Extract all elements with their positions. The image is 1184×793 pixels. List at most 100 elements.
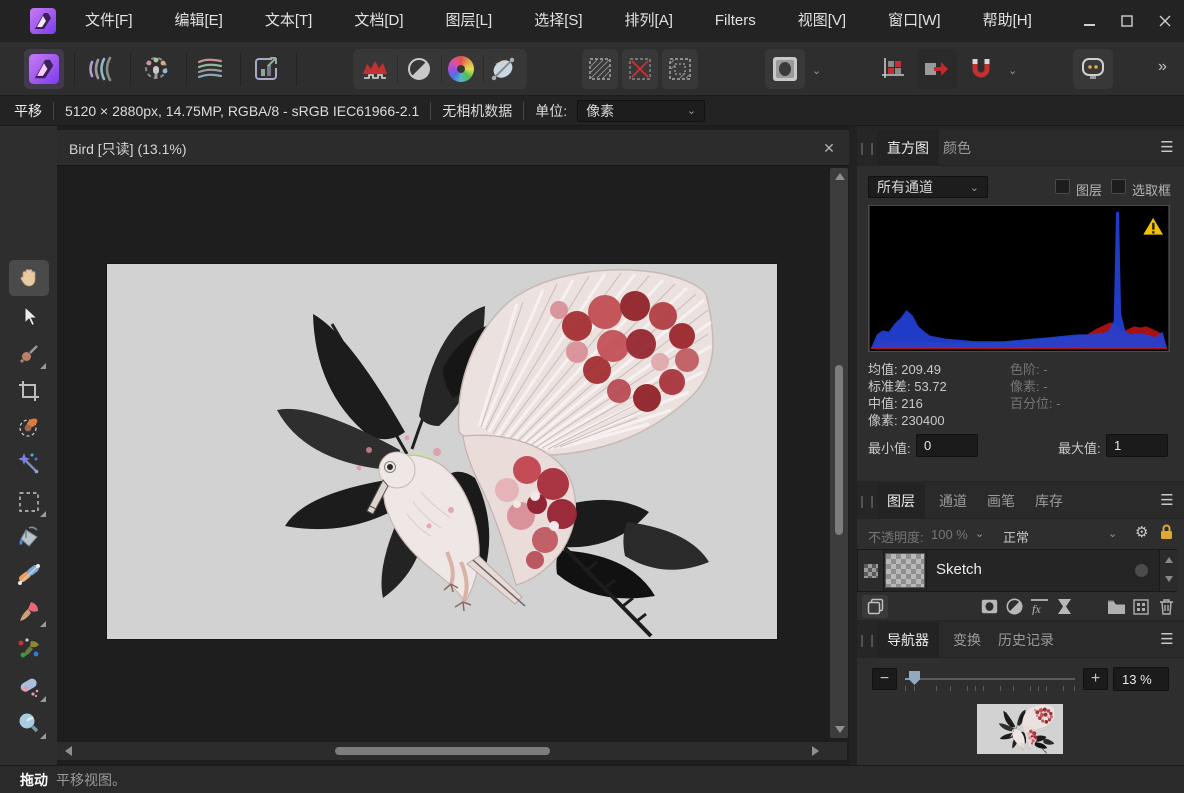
histogram-chart[interactable] <box>868 205 1170 352</box>
magnet-dropdown-chevron[interactable]: ⌄ <box>1008 64 1017 77</box>
panel-divider[interactable] <box>849 126 857 765</box>
new-group-button[interactable] <box>1105 595 1127 618</box>
develop-persona-button[interactable] <box>136 49 176 89</box>
layer-effects-button[interactable]: fx <box>1028 595 1050 618</box>
lock-icon[interactable] <box>1160 524 1173 540</box>
menu-document[interactable]: 文档[D] <box>333 0 424 42</box>
adjustment-layer-button[interactable] <box>1003 595 1025 618</box>
blend-mode-value[interactable]: 正常 <box>1003 527 1029 546</box>
document-viewport[interactable] <box>57 166 849 741</box>
menu-help[interactable]: 帮助[H] <box>962 0 1053 42</box>
scroll-up-arrow[interactable] <box>835 173 845 180</box>
zoom-tool[interactable] <box>9 706 49 742</box>
zoom-out-button[interactable]: − <box>872 668 897 690</box>
auto-white-balance-button[interactable] <box>483 49 523 89</box>
layer-row-sketch[interactable]: Sketch <box>857 549 1177 592</box>
panel-grip[interactable]: ❘❘ <box>857 130 877 166</box>
blend-ranges-button[interactable] <box>1130 595 1152 618</box>
horizontal-scroll-thumb[interactable] <box>335 747 550 755</box>
vertical-scrollbar[interactable] <box>830 168 848 738</box>
zoom-percentage-field[interactable]: 13 % <box>1113 667 1169 691</box>
document-tab[interactable]: Bird [只读] (13.1%) ✕ <box>57 130 849 166</box>
flood-select-tool[interactable] <box>9 446 49 482</box>
flood-fill-tool[interactable] <box>9 520 49 556</box>
zoom-slider-thumb[interactable] <box>909 671 920 685</box>
intersect-selection-button[interactable] <box>662 49 698 89</box>
zoom-in-button[interactable]: + <box>1083 668 1108 690</box>
view-tool[interactable] <box>9 260 49 296</box>
tab-history[interactable]: 历史记录 <box>988 622 1064 658</box>
panel-menu-icon[interactable]: ☰ <box>1158 139 1176 157</box>
opacity-chevron[interactable]: ⌄ <box>975 527 984 540</box>
discard-selection-button[interactable] <box>622 49 658 89</box>
layer-name[interactable]: Sketch <box>936 561 982 578</box>
panel-grip[interactable]: ❘❘ <box>857 622 877 658</box>
blend-mode-chevron[interactable]: ⌄ <box>1108 527 1117 540</box>
layer-checkbox[interactable] <box>1055 179 1070 194</box>
mask-button[interactable] <box>765 49 805 89</box>
layer-settings-gear-icon[interactable]: ⚙ <box>1135 523 1148 541</box>
mask-layer-button[interactable] <box>978 595 1000 618</box>
insertion-order-button[interactable] <box>917 49 957 89</box>
menu-edit[interactable]: 编辑[E] <box>154 0 244 42</box>
scroll-right-arrow[interactable] <box>812 746 819 756</box>
tab-stock[interactable]: 库存 <box>1025 483 1073 519</box>
delete-layer-button[interactable] <box>1155 595 1177 618</box>
menu-text[interactable]: 文本[T] <box>244 0 334 42</box>
auto-contrast-button[interactable] <box>399 49 439 89</box>
toolbar-overflow-button[interactable]: » <box>1158 58 1167 76</box>
tab-navigator[interactable]: 导航器 <box>877 622 939 658</box>
auto-colors-button[interactable] <box>441 49 481 89</box>
maximize-button[interactable] <box>1108 0 1146 42</box>
layer-scroll-up-arrow[interactable] <box>1165 557 1173 563</box>
export-persona-button[interactable] <box>246 49 286 89</box>
navigator-thumbnail[interactable] <box>977 704 1063 754</box>
snapping-magnet-button[interactable] <box>961 49 1001 89</box>
unit-select[interactable]: 像素 ⌄ <box>577 100 705 122</box>
crop-tool[interactable] <box>9 373 49 409</box>
merge-selection-button[interactable] <box>582 49 618 89</box>
menu-view[interactable]: 视图[V] <box>777 0 867 42</box>
menu-layer[interactable]: 图层[L] <box>425 0 514 42</box>
tab-layers[interactable]: 图层 <box>877 483 925 519</box>
panel-menu-icon[interactable]: ☰ <box>1158 492 1176 510</box>
vertical-scroll-thumb[interactable] <box>835 365 843 535</box>
menu-select[interactable]: 选择[S] <box>513 0 603 42</box>
selection-brush-tool[interactable] <box>9 409 49 445</box>
color-replacement-brush-tool[interactable] <box>9 631 49 667</box>
tone-mapping-persona-button[interactable] <box>190 49 230 89</box>
minimize-button[interactable] <box>1070 0 1108 42</box>
menu-arrange[interactable]: 排列[A] <box>604 0 694 42</box>
panel-grip[interactable]: ❘❘ <box>857 483 877 519</box>
tab-channels[interactable]: 通道 <box>929 483 977 519</box>
tab-transform[interactable]: 变换 <box>943 622 991 658</box>
document-image[interactable] <box>107 264 777 639</box>
close-button[interactable] <box>1146 0 1184 42</box>
liquify-persona-button[interactable] <box>80 49 120 89</box>
max-value-input[interactable]: 1 <box>1106 434 1168 457</box>
duplicate-layer-button[interactable] <box>862 595 888 618</box>
min-value-input[interactable]: 0 <box>916 434 978 457</box>
layer-scroll-down-arrow[interactable] <box>1165 576 1173 582</box>
channel-select[interactable]: 所有通道 ⌄ <box>868 176 988 198</box>
layer-thumbnail[interactable] <box>885 553 925 588</box>
assistant-button[interactable] <box>1073 49 1113 89</box>
scroll-left-arrow[interactable] <box>65 746 72 756</box>
auto-levels-button[interactable] <box>355 49 395 89</box>
layer-visibility-dot[interactable] <box>1135 564 1148 577</box>
paint-brush-tool[interactable] <box>9 594 49 630</box>
menu-window[interactable]: 窗口[W] <box>867 0 962 42</box>
move-tool[interactable] <box>9 298 49 334</box>
photo-persona-button[interactable] <box>24 49 64 89</box>
gradient-tool[interactable] <box>9 557 49 593</box>
layer-alpha-badge-icon[interactable] <box>864 564 878 578</box>
tab-histogram[interactable]: 直方图 <box>877 130 939 166</box>
horizontal-scrollbar[interactable] <box>57 742 847 760</box>
menu-filters[interactable]: Filters <box>694 0 777 42</box>
tab-close-button[interactable]: ✕ <box>819 138 839 158</box>
app-logo-icon[interactable] <box>30 8 56 34</box>
panel-menu-icon[interactable]: ☰ <box>1158 631 1176 649</box>
scroll-down-arrow[interactable] <box>835 726 845 733</box>
color-picker-tool[interactable] <box>9 336 49 372</box>
zoom-slider-track[interactable] <box>905 678 1075 680</box>
